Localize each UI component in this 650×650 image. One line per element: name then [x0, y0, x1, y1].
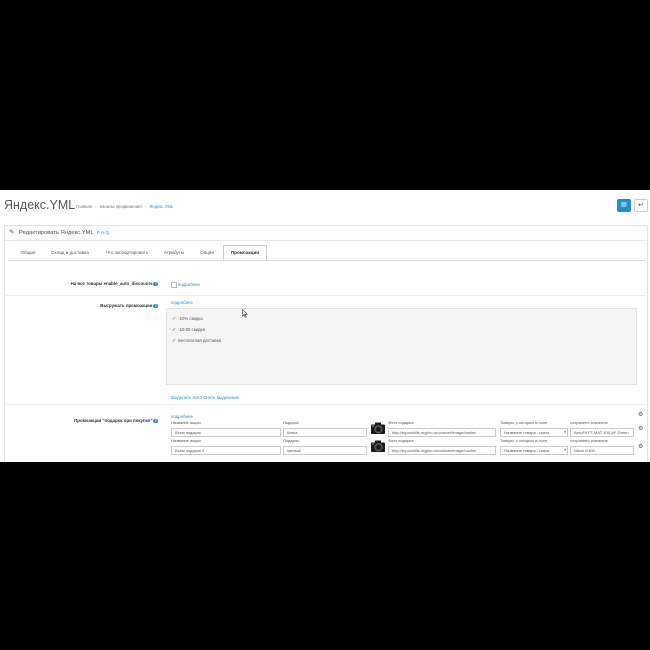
- promo-item[interactable]: ✓ -10% скидка: [172, 316, 203, 322]
- app-screen: Яндекс.YML Главная › Каналы продвижения …: [0, 190, 650, 462]
- caret-down-icon: ▾: [564, 430, 566, 434]
- gift-value-label: сохранено значение: [570, 438, 608, 443]
- tab-promotions[interactable]: Промоакции: [223, 245, 267, 260]
- divider: [4, 404, 646, 405]
- help-icon[interactable]: ?: [153, 281, 158, 287]
- check-icon: ✓: [172, 327, 177, 333]
- enable-auto-discounts-checkbox[interactable]: [171, 282, 177, 288]
- gift-name-input[interactable]: Всем подарок 2: [171, 446, 281, 455]
- breadcrumb-current[interactable]: Яндекс.YML: [149, 204, 173, 209]
- help-icon[interactable]: ?: [153, 303, 158, 309]
- gift-name-label: Название акции: [171, 438, 201, 443]
- faq-link[interactable]: F.A.Q.: [97, 231, 110, 236]
- gift-gift-input[interactable]: Катка: [283, 428, 367, 437]
- back-icon: ↵: [638, 202, 644, 209]
- gift-promo-label: Промоакции "подарок при покупке"?: [74, 418, 158, 424]
- gift-goods-select[interactable]: Название товара - галка ▾: [500, 446, 568, 455]
- gift-gift-label: Подарок: [283, 420, 299, 425]
- divider: [4, 295, 646, 296]
- gift-photo-input[interactable]: http://topcrchills.myjino.ru/ocstore/ima…: [388, 428, 496, 437]
- save-icon: ▤: [621, 202, 627, 208]
- gift-gift-input[interactable]: samsa2: [283, 446, 367, 455]
- check-icon: ✓: [172, 316, 177, 322]
- check-icon: ✓: [172, 338, 177, 344]
- tab-attributes[interactable]: Атрибуты: [159, 246, 189, 259]
- gift-gift-label: Подарок: [283, 438, 299, 443]
- tab-general[interactable]: Общие: [13, 246, 43, 259]
- deselect-all-link[interactable]: Снять выделение: [203, 395, 239, 400]
- gift-value-input[interactable]: AeroFit FT-MAT-100-AF Green: [570, 428, 634, 437]
- page-title: Яндекс.YML: [4, 198, 76, 212]
- gear-icon[interactable]: ⚙: [638, 443, 643, 450]
- gift-name-input[interactable]: Всем подарок: [171, 428, 281, 437]
- caret-down-icon: ▾: [564, 448, 566, 452]
- panel-title: Редактировать Яндекс.YML F.A.Q.: [19, 229, 111, 236]
- gift-photo-label: Фото подарка: [388, 420, 414, 425]
- mouse-cursor-icon: [242, 309, 248, 318]
- gear-icon[interactable]: ⚙: [638, 411, 643, 418]
- panel-heading: ✎ Редактировать Яндекс.YML F.A.Q.: [5, 226, 647, 241]
- promocodes-label: Выгружать промоакции?: [100, 303, 158, 309]
- discounts-more-link[interactable]: подробнее: [178, 282, 200, 287]
- back-button[interactable]: ↵: [634, 199, 648, 212]
- tabs-bar: Общие Склад и доставка Что экспортироват…: [9, 245, 645, 261]
- tab-options[interactable]: Опции: [193, 246, 221, 259]
- breadcrumb-home[interactable]: Главная: [76, 204, 92, 209]
- promo-item[interactable]: ✓ -10.00 скидка: [172, 327, 205, 333]
- breadcrumb-channels[interactable]: Каналы продвижения: [100, 204, 142, 209]
- promocodes-more-link[interactable]: подробнее: [171, 300, 193, 305]
- pencil-icon: ✎: [9, 229, 15, 236]
- gift-photo-label: Фото подарка: [388, 438, 414, 443]
- save-button[interactable]: ▤: [617, 199, 631, 212]
- promo-item[interactable]: ✓ Бесплатная доставка: [172, 338, 221, 344]
- gift-photo-input[interactable]: http://topcrchills.myjino.ru/ocstore/ima…: [388, 446, 496, 455]
- camera-icon[interactable]: [370, 421, 386, 435]
- select-actions: Выделить всё / Снять выделение: [171, 395, 240, 400]
- tab-stock-delivery[interactable]: Склад и доставка: [45, 246, 95, 259]
- gift-goods-label: Товары, у которых в поле: [500, 438, 548, 443]
- gift-goods-label: Товары, у которых в поле: [500, 420, 548, 425]
- tab-export[interactable]: Что экспортировать: [99, 246, 155, 259]
- page-header: Яндекс.YML Главная › Каналы продвижения …: [0, 190, 650, 224]
- gift-goods-select[interactable]: Название товара - галка ▾: [500, 428, 568, 437]
- promocodes-list: ✓ -10% скидка ✓ -10.00 скидка ✓ Бесплатная …: [166, 308, 637, 385]
- gift-value-input[interactable]: Nikon D300: [570, 446, 634, 455]
- select-all-link[interactable]: Выделить всё: [171, 395, 199, 400]
- gift-more-link[interactable]: подробнее: [171, 414, 193, 419]
- gear-icon[interactable]: ⚙: [638, 425, 643, 432]
- discounts-label: На все товары enable_auto_discounts?: [70, 281, 158, 287]
- gift-value-label: сохранено значение: [570, 420, 608, 425]
- help-icon[interactable]: ?: [153, 418, 158, 424]
- camera-icon[interactable]: [370, 439, 386, 453]
- breadcrumb: Главная › Каналы продвижения › Яндекс.YM…: [76, 204, 174, 209]
- gift-name-label: Название акции: [171, 420, 201, 425]
